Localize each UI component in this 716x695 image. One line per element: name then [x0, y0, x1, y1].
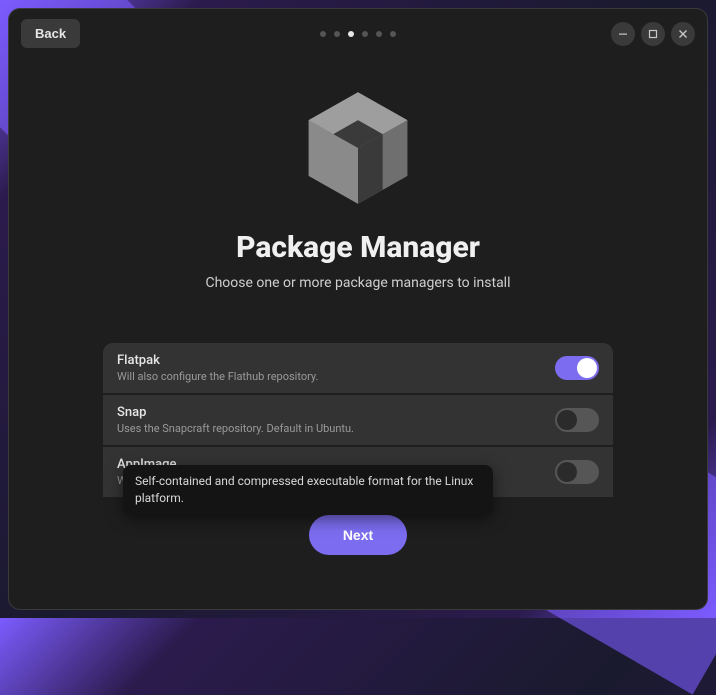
flatpak-toggle[interactable]	[555, 356, 599, 380]
option-title: Snap	[117, 405, 354, 420]
page-dot	[390, 31, 396, 37]
minimize-button[interactable]	[611, 22, 635, 46]
maximize-icon	[648, 29, 658, 39]
option-snap: Snap Uses the Snapcraft repository. Defa…	[103, 395, 613, 445]
option-description: Will also configure the Flathub reposito…	[117, 370, 318, 383]
appimage-tooltip: Self-contained and compressed executable…	[123, 465, 493, 515]
page-dot	[376, 31, 382, 37]
option-description: Uses the Snapcraft repository. Default i…	[117, 422, 354, 435]
snap-toggle[interactable]	[555, 408, 599, 432]
maximize-button[interactable]	[641, 22, 665, 46]
page-indicator	[320, 31, 396, 37]
page-dot	[334, 31, 340, 37]
window-controls	[611, 22, 695, 46]
page-dot	[362, 31, 368, 37]
close-button[interactable]	[671, 22, 695, 46]
content-area: Package Manager Choose one or more packa…	[9, 58, 707, 609]
next-button[interactable]: Next	[309, 515, 407, 555]
titlebar: Back	[9, 9, 707, 58]
option-flatpak: Flatpak Will also configure the Flathub …	[103, 343, 613, 393]
page-subtitle: Choose one or more package managers to i…	[205, 275, 510, 291]
option-title: Flatpak	[117, 353, 318, 368]
back-button[interactable]: Back	[21, 19, 80, 48]
setup-window: Back	[8, 8, 708, 610]
close-icon	[678, 29, 688, 39]
option-text: Flatpak Will also configure the Flathub …	[117, 353, 318, 383]
options-list: Flatpak Will also configure the Flathub …	[103, 343, 613, 497]
appimage-toggle[interactable]	[555, 460, 599, 484]
page-dot	[320, 31, 326, 37]
page-dot-active	[348, 31, 354, 37]
page-title: Package Manager	[236, 230, 480, 265]
package-box-icon	[303, 88, 413, 208]
minimize-icon	[618, 29, 628, 39]
option-text: Snap Uses the Snapcraft repository. Defa…	[117, 405, 354, 435]
